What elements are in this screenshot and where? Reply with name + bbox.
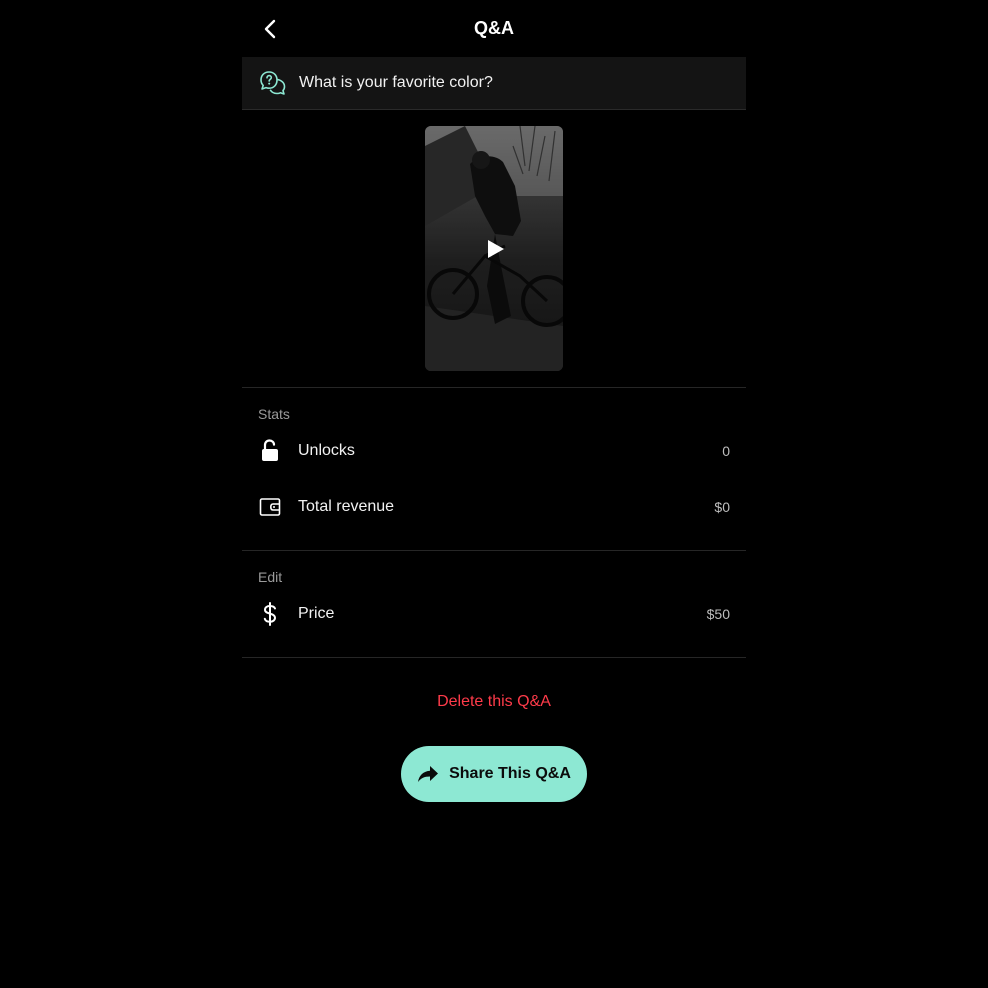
header: Q&A [242,0,746,57]
question-text: What is your favorite color? [299,74,493,91]
edit-label: Price [298,605,335,622]
edit-row-price[interactable]: Price $50 [242,594,746,634]
question-bar: What is your favorite color? [242,57,746,110]
unlock-icon [258,439,282,463]
page: Q&A What is your favorite color? Stats U… [0,0,988,988]
stat-label: Total revenue [298,498,395,515]
stat-row-unlocks: Unlocks 0 [242,431,746,471]
divider [242,387,746,388]
stat-row-total-revenue: Total revenue $0 [242,487,746,527]
stat-label: Unlocks [298,442,355,459]
divider [242,657,746,658]
share-arrow-icon [417,763,439,785]
edit-section-label: Edit [258,569,283,585]
page-title: Q&A [474,18,514,38]
edit-value: $50 [706,606,730,622]
video-thumbnail[interactable] [425,126,563,371]
delete-qa-link[interactable]: Delete this Q&A [242,693,746,711]
question-chat-icon [259,69,287,97]
share-qa-button[interactable]: Share This Q&A [401,746,587,802]
divider [242,550,746,551]
dollar-icon [258,602,282,626]
stat-value: 0 [722,443,730,459]
share-button-label: Share This Q&A [449,765,571,782]
wallet-icon [258,495,282,519]
stats-section-label: Stats [258,406,290,422]
content-column: Q&A What is your favorite color? Stats U… [242,0,746,988]
stat-value: $0 [714,499,730,515]
play-icon[interactable] [484,238,506,260]
